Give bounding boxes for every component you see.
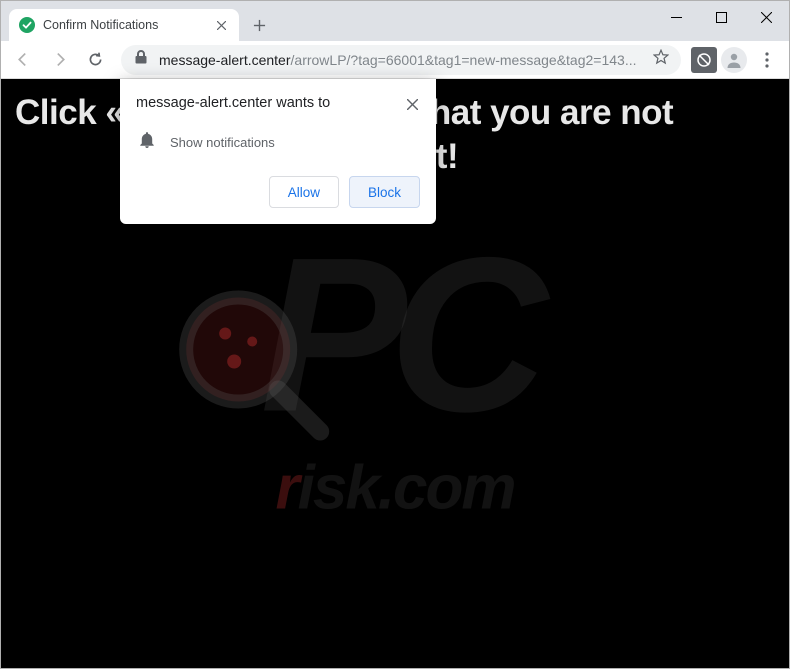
- tab-favicon-icon: [19, 17, 35, 33]
- magnifier-icon: [170, 282, 330, 442]
- bell-icon: [138, 131, 156, 154]
- watermark-rest: isk.com: [298, 454, 515, 523]
- profile-avatar-button[interactable]: [721, 47, 747, 73]
- url-path: /arrowLP/?tag=66001&tag1=new-message&tag…: [291, 52, 637, 68]
- tab-close-button[interactable]: [213, 17, 229, 33]
- forward-button[interactable]: [43, 44, 75, 76]
- browser-menu-button[interactable]: [751, 44, 783, 76]
- url-text: message-alert.center/arrowLP/?tag=66001&…: [159, 52, 643, 68]
- back-button[interactable]: [7, 44, 39, 76]
- browser-toolbar: message-alert.center/arrowLP/?tag=66001&…: [1, 41, 789, 79]
- watermark-pc: PC: [260, 247, 530, 423]
- window-controls: [654, 1, 789, 33]
- browser-tab[interactable]: Confirm Notifications: [9, 9, 239, 41]
- reload-button[interactable]: [79, 44, 111, 76]
- watermark-domain: risk.com: [260, 453, 530, 524]
- watermark-r: r: [275, 454, 297, 523]
- address-bar[interactable]: message-alert.center/arrowLP/?tag=66001&…: [121, 45, 681, 75]
- permission-dialog-title: message-alert.center wants to: [136, 95, 330, 111]
- lock-icon: [133, 49, 149, 70]
- extension-icon[interactable]: [691, 47, 717, 73]
- notification-permission-dialog: message-alert.center wants to Show notif…: [120, 79, 436, 224]
- window-minimize-button[interactable]: [654, 2, 699, 32]
- watermark-pc-text: PC: [260, 212, 530, 458]
- new-tab-button[interactable]: [245, 11, 273, 39]
- tab-title: Confirm Notifications: [43, 18, 205, 32]
- permission-allow-button[interactable]: Allow: [269, 176, 339, 208]
- permission-block-button[interactable]: Block: [349, 176, 420, 208]
- url-host: message-alert.center: [159, 52, 291, 68]
- permission-dialog-close-button[interactable]: [405, 95, 420, 117]
- bookmark-star-button[interactable]: [653, 49, 669, 70]
- window-maximize-button[interactable]: [699, 2, 744, 32]
- window-close-button[interactable]: [744, 2, 789, 32]
- permission-item-label: Show notifications: [170, 135, 275, 150]
- watermark: PC risk.com: [260, 247, 530, 524]
